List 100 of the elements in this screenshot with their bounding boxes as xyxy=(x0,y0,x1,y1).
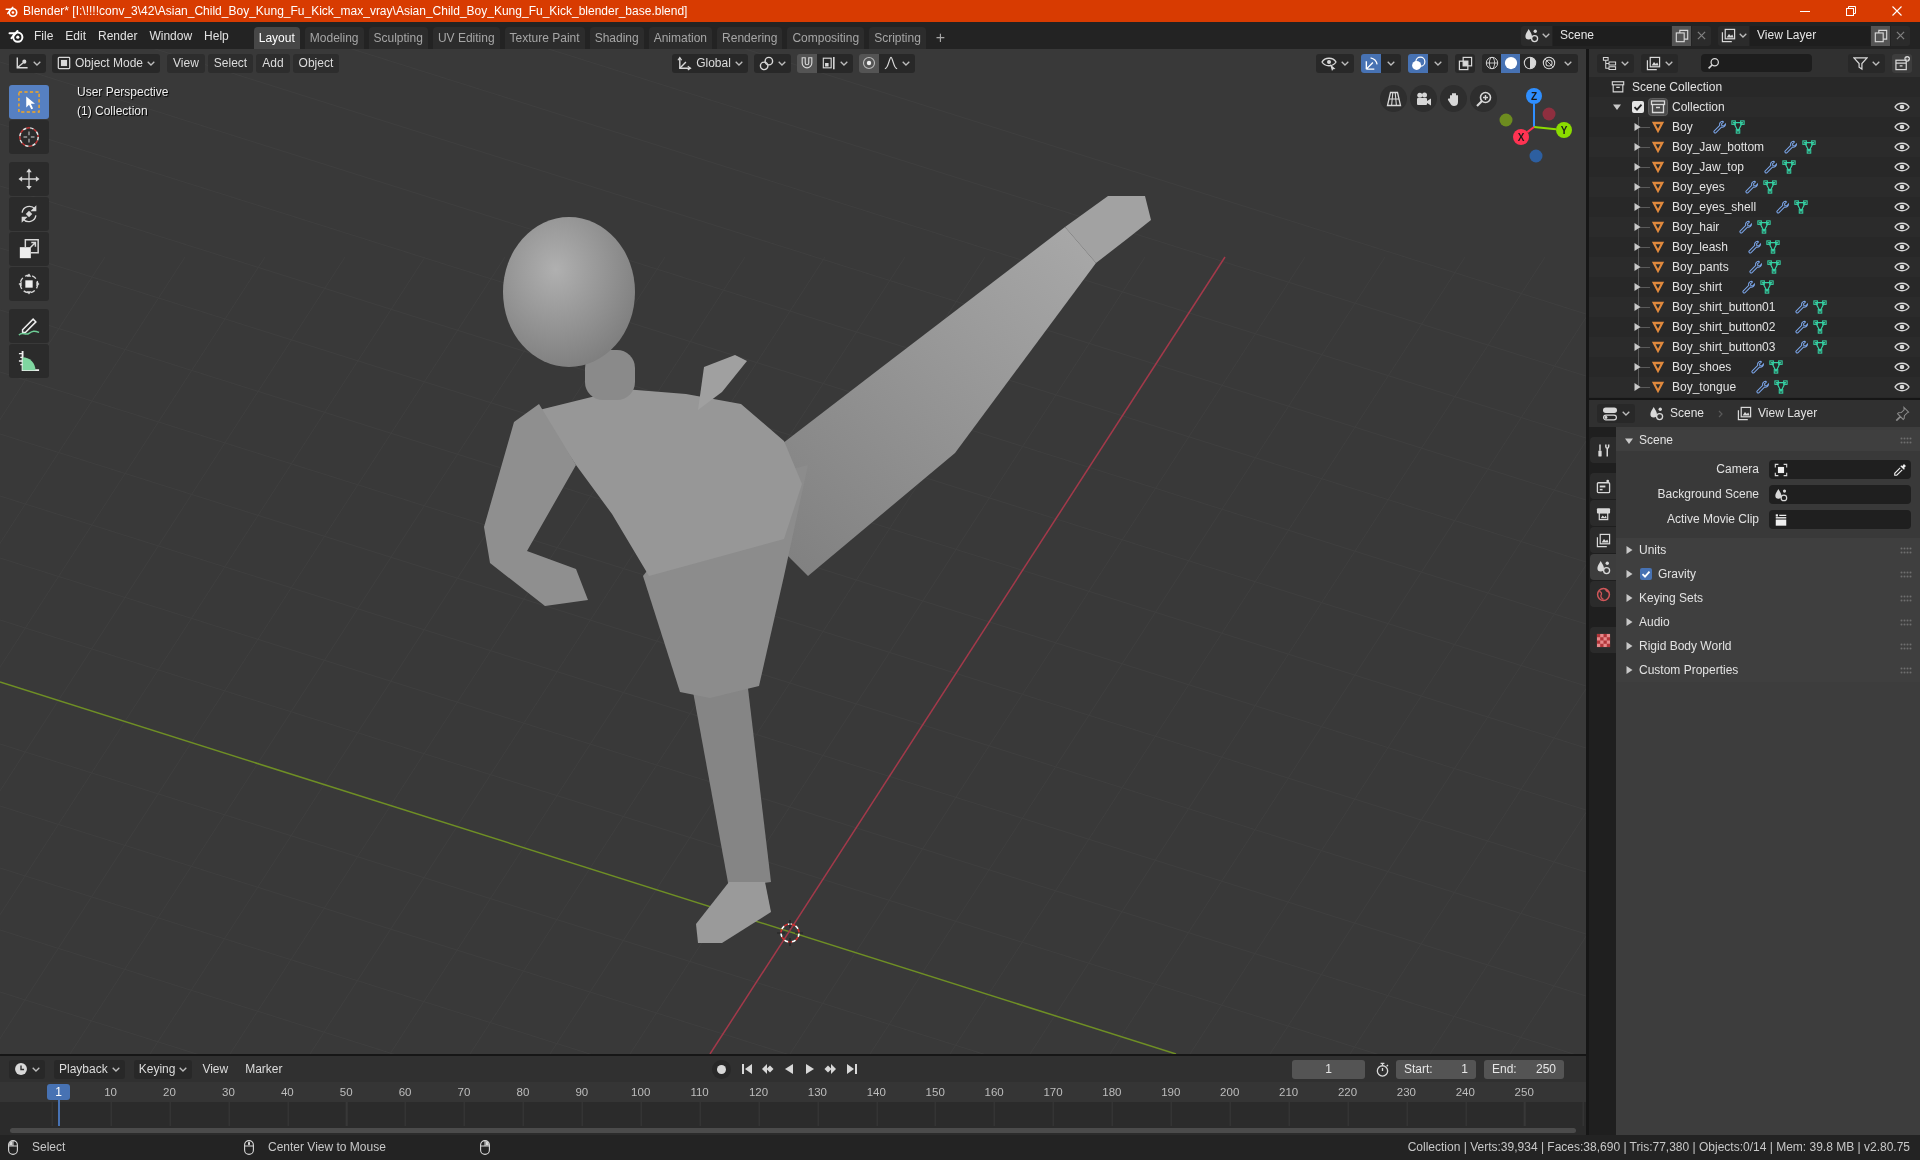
properties-tab[interactable] xyxy=(1590,627,1616,653)
falloff-dropdown[interactable] xyxy=(878,53,915,73)
wrench-icon[interactable] xyxy=(1748,260,1763,274)
new-collection-button[interactable] xyxy=(1892,53,1912,73)
drag-handle-icon[interactable] xyxy=(1900,546,1912,554)
xray-toggle[interactable] xyxy=(1455,53,1475,73)
eye-icon[interactable] xyxy=(1894,182,1910,192)
outliner-row[interactable]: Boy_leash xyxy=(1589,237,1920,257)
workspace-tab[interactable]: Animation xyxy=(648,27,713,49)
axis-handle[interactable] xyxy=(1499,113,1513,127)
shading-mode-button[interactable] xyxy=(1520,53,1539,73)
outliner-row[interactable]: Boy xyxy=(1589,117,1920,137)
menu-item[interactable]: Marker xyxy=(238,1059,290,1079)
drag-handle-icon[interactable] xyxy=(1900,594,1912,602)
snap-toggle[interactable] xyxy=(796,53,817,73)
workspace-tab[interactable]: Scripting xyxy=(869,27,926,49)
disclosure-arrow-icon[interactable] xyxy=(1633,143,1641,151)
pan-view-button[interactable] xyxy=(1440,85,1467,112)
checkbox[interactable] xyxy=(1640,568,1652,580)
menu-item[interactable]: Select xyxy=(207,53,254,73)
wrench-icon[interactable] xyxy=(1742,280,1757,294)
menu-dropdown[interactable]: Playback xyxy=(54,1059,125,1079)
wrench-icon[interactable] xyxy=(1795,340,1810,354)
workspace-tab[interactable]: Compositing xyxy=(787,27,865,49)
pivot-dropdown[interactable] xyxy=(753,53,791,73)
playhead[interactable]: 1 xyxy=(47,1084,70,1126)
dropdown-button[interactable] xyxy=(1428,53,1448,73)
drag-handle-icon[interactable] xyxy=(1900,618,1912,626)
scene-browse-button[interactable] xyxy=(1521,25,1552,46)
overlay-toggle[interactable] xyxy=(1408,53,1428,73)
mesh-triangle-icon[interactable] xyxy=(1813,300,1828,314)
wrench-icon[interactable] xyxy=(1739,220,1754,234)
start-frame-field[interactable]: Start: 1 xyxy=(1396,1059,1476,1079)
mesh-triangle-icon[interactable] xyxy=(1766,240,1781,254)
disclosure-arrow-icon[interactable] xyxy=(1633,363,1641,371)
workspace-tab[interactable]: Rendering xyxy=(717,27,783,49)
zoom-view-button[interactable] xyxy=(1470,85,1497,112)
remove-view-layer-button[interactable] xyxy=(1891,25,1910,46)
tool-button[interactable] xyxy=(9,344,49,378)
disclosure-arrow-icon[interactable] xyxy=(1633,243,1641,251)
disclosure-arrow-icon[interactable] xyxy=(1625,594,1633,602)
selectability-dropdown[interactable] xyxy=(1316,53,1354,73)
mesh-triangle-icon[interactable] xyxy=(1762,180,1777,194)
wrench-icon[interactable] xyxy=(1712,120,1727,134)
disclosure-arrow-icon[interactable] xyxy=(1625,436,1633,445)
workspace-tab[interactable]: Shading xyxy=(589,27,644,49)
menu-item[interactable]: Help xyxy=(198,22,235,49)
new-view-layer-button[interactable] xyxy=(1871,25,1890,46)
properties-tab[interactable] xyxy=(1590,527,1616,553)
eye-icon[interactable] xyxy=(1894,142,1910,152)
mesh-triangle-icon[interactable] xyxy=(1813,340,1828,354)
mode-dropdown[interactable]: Object Mode xyxy=(52,53,161,73)
menu-item[interactable]: Edit xyxy=(59,22,93,49)
wrench-icon[interactable] xyxy=(1748,240,1763,254)
wrench-icon[interactable] xyxy=(1776,200,1791,214)
disclosure-arrow-icon[interactable] xyxy=(1613,103,1621,111)
object-field[interactable] xyxy=(1769,460,1911,479)
eye-icon[interactable] xyxy=(1894,222,1910,232)
record-button[interactable] xyxy=(712,1059,731,1079)
wrench-icon[interactable] xyxy=(1764,160,1779,174)
wrench-icon[interactable] xyxy=(1751,360,1766,374)
editor-type-dropdown[interactable] xyxy=(1597,404,1635,423)
disclosure-arrow-icon[interactable] xyxy=(1633,303,1641,311)
object-field[interactable] xyxy=(1769,510,1911,529)
eye-icon[interactable] xyxy=(1894,102,1910,112)
new-scene-button[interactable] xyxy=(1672,25,1691,46)
editor-type-dropdown[interactable] xyxy=(9,53,46,73)
drag-handle-icon[interactable] xyxy=(1900,570,1912,578)
end-frame-field[interactable]: End: 250 xyxy=(1484,1059,1564,1079)
eye-icon[interactable] xyxy=(1894,122,1910,132)
drag-handle-icon[interactable] xyxy=(1900,666,1912,674)
disclosure-arrow-icon[interactable] xyxy=(1625,546,1633,554)
mesh-triangle-icon[interactable] xyxy=(1794,200,1809,214)
disclosure-arrow-icon[interactable] xyxy=(1633,323,1641,331)
mesh-triangle-icon[interactable] xyxy=(1760,280,1775,294)
disclosure-arrow-icon[interactable] xyxy=(1633,163,1641,171)
view-layer-browse-button[interactable] xyxy=(1718,25,1749,46)
workspace-tab[interactable]: Sculpting xyxy=(368,27,428,49)
eye-icon[interactable] xyxy=(1894,202,1910,212)
properties-tab[interactable] xyxy=(1590,500,1616,526)
gizmo-toggle[interactable] xyxy=(1361,53,1381,73)
mesh-triangle-icon[interactable] xyxy=(1730,120,1745,134)
view-layer-name-field[interactable]: View Layer xyxy=(1750,25,1870,46)
disclosure-arrow-icon[interactable] xyxy=(1633,283,1641,291)
disclosure-arrow-icon[interactable] xyxy=(1633,123,1641,131)
shading-mode-button[interactable] xyxy=(1501,53,1520,73)
axis-handle[interactable]: Z xyxy=(1526,88,1542,104)
tool-button[interactable] xyxy=(9,309,49,343)
eye-icon[interactable] xyxy=(1894,362,1910,372)
eyedropper-icon[interactable] xyxy=(1893,462,1907,477)
workspace-tab[interactable]: Modeling xyxy=(304,27,364,49)
wrench-icon[interactable] xyxy=(1744,180,1759,194)
wrench-icon[interactable] xyxy=(1784,140,1799,154)
workspace-tab[interactable]: Layout xyxy=(253,27,300,49)
shading-mode-button[interactable] xyxy=(1482,53,1501,73)
mesh-triangle-icon[interactable] xyxy=(1813,320,1828,334)
mesh-triangle-icon[interactable] xyxy=(1774,380,1789,394)
workspace-tab[interactable]: Texture Paint xyxy=(504,27,585,49)
eye-icon[interactable] xyxy=(1894,342,1910,352)
outliner-row[interactable]: Boy_shirt_button02 xyxy=(1589,317,1920,337)
